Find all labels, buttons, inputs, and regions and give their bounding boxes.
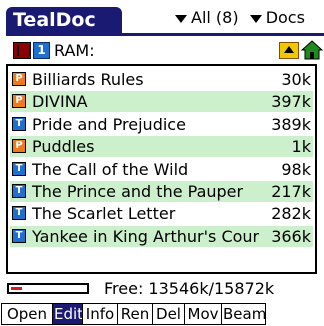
card-number-badge[interactable]: 1 — [33, 42, 50, 59]
document-size: 30k — [281, 70, 311, 89]
pdb-document-icon: P — [12, 139, 26, 154]
location-row: 1 RAM: — [0, 40, 324, 62]
folder-up-icon[interactable] — [279, 42, 299, 59]
tealdoc-window: TealDoc All (8) Docs 1 RAM: P Billiards R… — [0, 0, 324, 326]
dropdown-arrow-icon — [175, 14, 187, 23]
text-document-icon: T — [12, 161, 26, 176]
view-dropdown-arrow-icon — [249, 14, 262, 23]
button-beam[interactable]: Beam — [221, 303, 266, 325]
document-size: 282k — [271, 204, 311, 224]
button-ren[interactable]: Ren — [117, 303, 153, 325]
pdb-document-icon: P — [12, 94, 26, 109]
document-size: 98k — [281, 159, 311, 179]
document-name: Puddles — [32, 137, 95, 157]
document-name: Yankee in King Arthur's Cour — [32, 226, 260, 246]
button-mov[interactable]: Mov — [184, 303, 222, 325]
document-list[interactable]: P Billiards Rules 30k P DIVINA 397k T Pride and… — [6, 64, 317, 274]
home-icon[interactable] — [300, 40, 324, 60]
memory-status: Free: 13546k/15872k — [0, 278, 324, 300]
document-size: 366k — [271, 226, 311, 246]
button-info[interactable]: Info — [82, 303, 118, 325]
button-edit[interactable]: Edit — [52, 303, 83, 325]
memory-card-icon[interactable] — [13, 42, 31, 59]
list-item[interactable]: T Yankee in King Arthur's Cour 366k — [10, 225, 313, 247]
pdb-document-icon: P — [12, 72, 26, 86]
app-title[interactable]: TealDoc — [6, 7, 122, 33]
list-item[interactable]: T The Scarlet Letter 282k — [10, 203, 313, 224]
document-name: The Scarlet Letter — [32, 204, 176, 224]
category-label: All (8) — [191, 8, 239, 27]
memory-bar — [7, 283, 89, 294]
memory-text: Free: 13546k/15872k — [104, 279, 275, 298]
view-label: Docs — [265, 8, 305, 27]
list-item[interactable]: P Puddles 1k — [10, 136, 313, 158]
document-size: 389k — [271, 114, 311, 134]
location-label: RAM: — [54, 41, 95, 60]
list-item[interactable]: P Billiards Rules 30k — [10, 69, 313, 90]
text-document-icon: T — [12, 228, 26, 243]
category-picker[interactable]: All (8) Docs — [175, 6, 324, 30]
document-name: DIVINA — [32, 92, 88, 112]
list-item[interactable]: P DIVINA 397k — [10, 91, 313, 113]
title-rule — [6, 33, 324, 36]
list-item[interactable]: T Pride and Prejudice 389k — [10, 114, 313, 135]
document-name: The Call of the Wild — [32, 159, 189, 179]
button-open[interactable]: Open — [1, 303, 53, 325]
list-item[interactable]: T The Prince and the Pauper 217k — [10, 181, 313, 202]
document-size: 1k — [291, 137, 311, 157]
document-name: Pride and Prejudice — [32, 114, 186, 134]
document-size: 217k — [271, 182, 311, 201]
text-document-icon: T — [12, 116, 26, 131]
memory-bar-fill — [11, 287, 22, 290]
document-size: 397k — [271, 92, 311, 112]
text-document-icon: T — [12, 206, 26, 221]
list-item[interactable]: T The Call of the Wild 98k — [10, 159, 313, 180]
document-name: The Prince and the Pauper — [32, 182, 244, 201]
button-del[interactable]: Del — [152, 303, 185, 325]
title-bar: TealDoc All (8) Docs — [0, 0, 324, 36]
text-document-icon: T — [12, 184, 26, 198]
document-name: Billiards Rules — [32, 70, 144, 89]
button-bar: Open Edit Info Ren Del Mov Beam — [0, 302, 324, 326]
